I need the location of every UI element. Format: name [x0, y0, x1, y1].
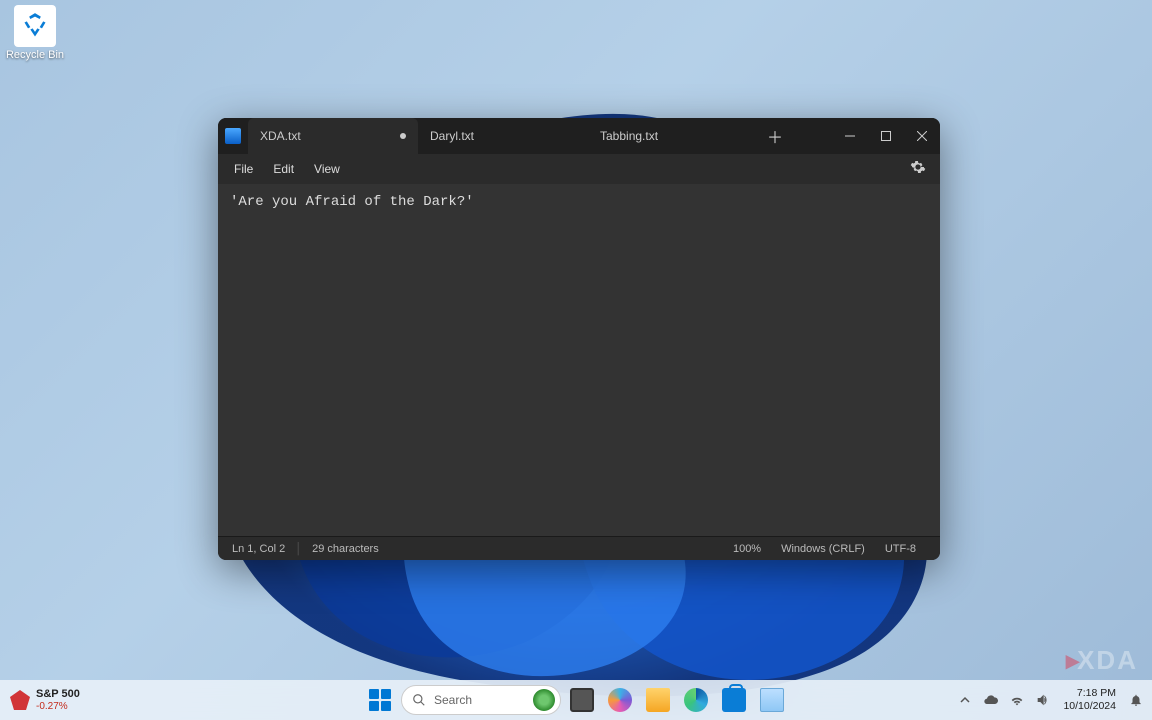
- menu-edit[interactable]: Edit: [263, 158, 304, 180]
- search-placeholder: Search: [434, 693, 472, 707]
- status-zoom[interactable]: 100%: [723, 543, 771, 555]
- close-button[interactable]: [904, 118, 940, 154]
- widget-title: S&P 500: [36, 688, 80, 700]
- tab-label: Tabbing.txt: [600, 129, 658, 143]
- file-explorer-button[interactable]: [641, 683, 675, 717]
- search-highlight-icon: [533, 689, 555, 711]
- stock-icon: [10, 690, 30, 710]
- status-line-ending[interactable]: Windows (CRLF): [771, 543, 875, 555]
- maximize-button[interactable]: [868, 118, 904, 154]
- copilot-button[interactable]: [603, 683, 637, 717]
- settings-button[interactable]: [902, 155, 934, 184]
- new-tab-button[interactable]: ＋: [758, 118, 792, 154]
- bell-icon: [1129, 693, 1143, 707]
- text-editor[interactable]: 'Are you Afraid of the Dark?': [218, 184, 940, 536]
- status-encoding[interactable]: UTF-8: [875, 543, 926, 555]
- tab-label: XDA.txt: [260, 129, 301, 143]
- wifi-tray[interactable]: [1005, 685, 1029, 715]
- folder-icon: [646, 688, 670, 712]
- clock-time: 7:18 PM: [1063, 687, 1116, 700]
- store-icon: [722, 688, 746, 712]
- tab-label: Daryl.txt: [430, 129, 474, 143]
- chevron-up-icon: [960, 695, 970, 705]
- clock[interactable]: 7:18 PM 10/10/2024: [1057, 687, 1122, 712]
- widget-change: -0.27%: [36, 701, 80, 712]
- store-button[interactable]: [717, 683, 751, 717]
- volume-tray[interactable]: [1031, 685, 1055, 715]
- taskbar: S&P 500 -0.27% Search: [0, 680, 1152, 720]
- status-characters: 29 characters: [302, 543, 389, 555]
- menu-file[interactable]: File: [224, 158, 263, 180]
- statusbar: Ln 1, Col 2 │ 29 characters 100% Windows…: [218, 536, 940, 560]
- xda-watermark: ▸XDA: [1066, 645, 1138, 676]
- tab-xda[interactable]: XDA.txt: [248, 118, 418, 154]
- speaker-icon: [1035, 692, 1051, 708]
- unsaved-indicator-icon: [400, 133, 406, 139]
- notepad-window: XDA.txt Daryl.txt Tabbing.txt ＋ File Edi…: [218, 118, 940, 560]
- edge-button[interactable]: [679, 683, 713, 717]
- menubar: File Edit View: [218, 154, 940, 184]
- widgets-button[interactable]: S&P 500 -0.27%: [0, 688, 90, 711]
- task-view-button[interactable]: [565, 683, 599, 717]
- tab-tabbing[interactable]: Tabbing.txt: [588, 118, 758, 154]
- menu-view[interactable]: View: [304, 158, 350, 180]
- task-view-icon: [570, 688, 594, 712]
- recycle-bin[interactable]: Recycle Bin: [5, 5, 65, 61]
- edge-icon: [684, 688, 708, 712]
- notepad-app-icon: [218, 118, 248, 154]
- wifi-icon: [1009, 692, 1025, 708]
- status-position: Ln 1, Col 2: [232, 543, 295, 555]
- start-button[interactable]: [363, 683, 397, 717]
- search-input[interactable]: Search: [401, 685, 561, 715]
- cloud-icon: [983, 692, 999, 708]
- titlebar[interactable]: XDA.txt Daryl.txt Tabbing.txt ＋: [218, 118, 940, 154]
- copilot-icon: [608, 688, 632, 712]
- recycle-bin-icon: [14, 5, 56, 47]
- recycle-bin-label: Recycle Bin: [5, 49, 65, 61]
- tray-chevron[interactable]: [953, 685, 977, 715]
- minimize-button[interactable]: [832, 118, 868, 154]
- search-icon: [412, 693, 426, 707]
- notepad-taskbar-button[interactable]: [755, 683, 789, 717]
- tab-daryl[interactable]: Daryl.txt: [418, 118, 588, 154]
- notifications-tray[interactable]: [1124, 685, 1148, 715]
- onedrive-tray[interactable]: [979, 685, 1003, 715]
- windows-logo-icon: [369, 689, 391, 711]
- notepad-icon: [760, 688, 784, 712]
- clock-date: 10/10/2024: [1063, 700, 1116, 713]
